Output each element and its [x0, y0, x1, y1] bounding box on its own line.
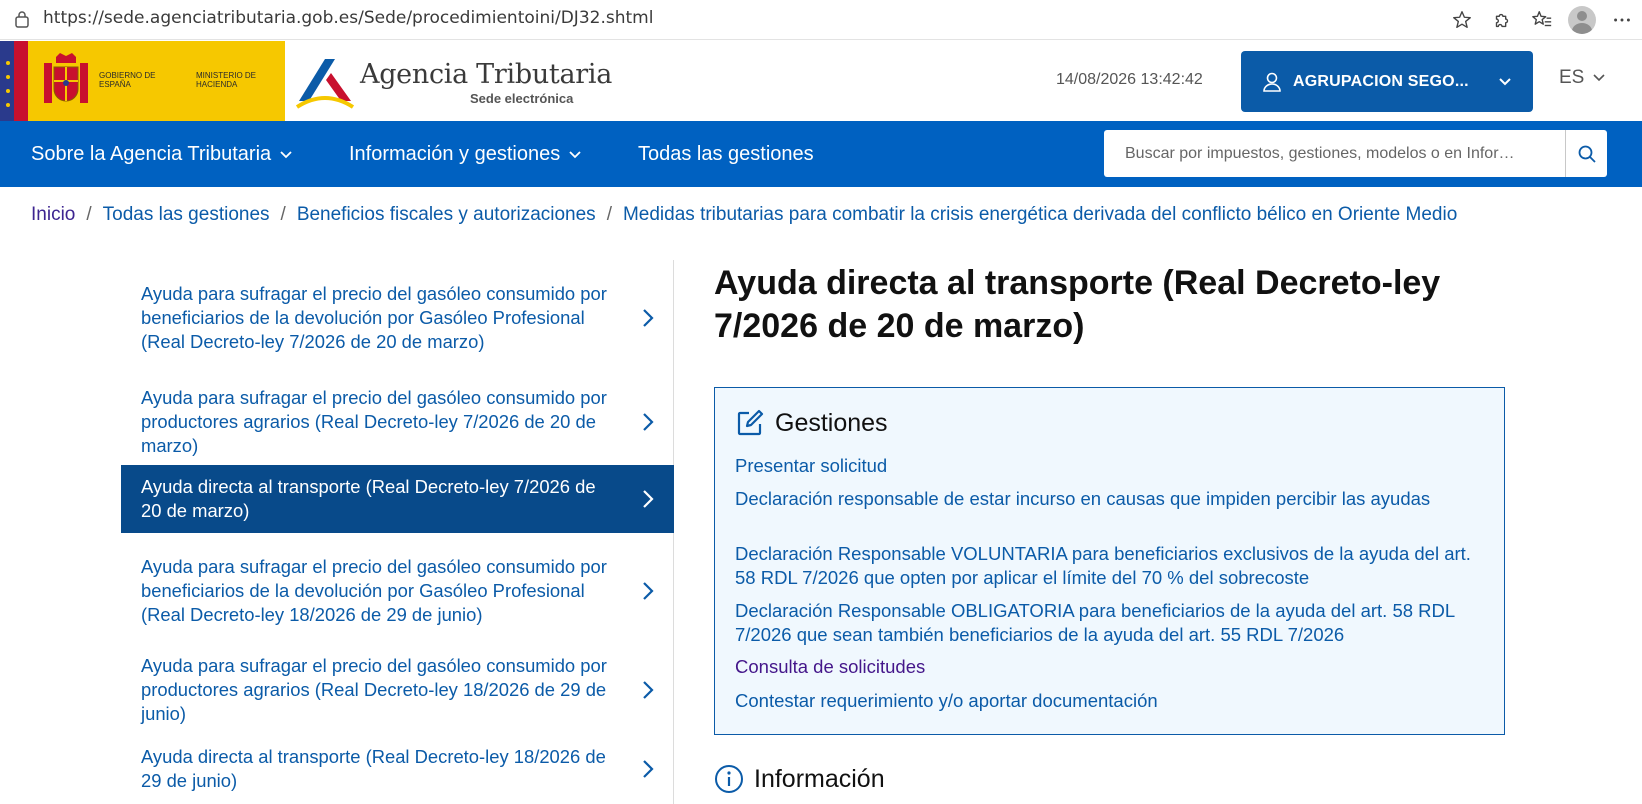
profile-avatar-icon[interactable]	[1562, 4, 1602, 36]
breadcrumb-inicio[interactable]: Inicio	[31, 204, 75, 226]
chevron-down-icon	[1499, 77, 1511, 85]
sidebar-item-transporte-18-2026[interactable]: Ayuda directa al transporte (Real Decret…	[121, 743, 674, 795]
extensions-puzzle-icon[interactable]	[1482, 4, 1522, 36]
browser-address-bar: https://sede.agenciatributaria.gob.es/Se…	[0, 0, 1642, 40]
link-declaracion-causas[interactable]: Declaración responsable de estar incurso…	[735, 487, 1475, 511]
link-presentar-solicitud[interactable]: Presentar solicitud	[735, 454, 1475, 478]
link-consulta-solicitudes[interactable]: Consulta de solicitudes	[735, 655, 1475, 679]
user-menu-button[interactable]: AGRUPACION SEGO...	[1241, 51, 1533, 112]
chevron-right-icon	[643, 413, 654, 431]
session-datetime: 14/08/2026 13:42:42	[1056, 71, 1203, 88]
search-icon	[1578, 145, 1596, 163]
language-label: ES	[1559, 67, 1585, 88]
info-icon	[715, 765, 743, 793]
main-navigation: Sobre la Agencia Tributaria Información …	[0, 121, 1642, 187]
lock-icon	[15, 11, 29, 28]
nav-todas-gestiones[interactable]: Todas las gestiones	[638, 143, 814, 166]
nav-sobre-agencia[interactable]: Sobre la Agencia Tributaria	[31, 143, 293, 166]
gestiones-panel: Gestiones Presentar solicitud Declaració…	[714, 387, 1505, 735]
edit-icon	[737, 409, 764, 436]
breadcrumb-separator: /	[606, 204, 612, 225]
favorite-star-icon[interactable]	[1442, 4, 1482, 36]
informacion-heading: Información	[754, 764, 885, 793]
sede-subtitle: Sede electrónica	[470, 91, 574, 106]
search-button[interactable]	[1565, 130, 1607, 177]
spain-crest-icon	[44, 53, 88, 103]
agencia-tributaria-logo[interactable]	[295, 53, 355, 111]
chevron-down-icon	[1593, 74, 1605, 82]
user-name: AGRUPACION SEGO...	[1293, 72, 1469, 90]
more-options-icon[interactable]	[1602, 4, 1642, 36]
gobierno-logo[interactable]: Gobierno de España Ministerio de Haciend…	[0, 41, 285, 121]
site-header: Gobierno de España Ministerio de Haciend…	[0, 41, 1642, 121]
page-title: Ayuda directa al transporte (Real Decret…	[714, 264, 1441, 345]
sidebar-item-transporte-7-2026[interactable]: Ayuda directa al transporte (Real Decret…	[121, 465, 674, 533]
breadcrumb: Inicio / Todas las gestiones / Beneficio…	[31, 204, 1457, 226]
chevron-right-icon	[643, 309, 654, 327]
sidebar-item-gasoleo-profesional-7-2026[interactable]: Ayuda para sufragar el precio del gasóle…	[121, 270, 674, 366]
chevron-right-icon	[643, 582, 654, 600]
chevron-right-icon	[643, 490, 654, 508]
search-box	[1104, 130, 1607, 177]
favorites-list-icon[interactable]	[1522, 4, 1562, 36]
link-declaracion-voluntaria[interactable]: Declaración Responsable VOLUNTARIA para …	[735, 542, 1475, 590]
ministerio-label: Ministerio de Hacienda	[196, 71, 257, 89]
user-icon	[1263, 72, 1281, 92]
sidebar-item-productores-agrarios-7-2026[interactable]: Ayuda para sufragar el precio del gasóle…	[121, 380, 674, 464]
breadcrumb-separator: /	[280, 204, 286, 225]
breadcrumb-separator: /	[86, 204, 92, 225]
agencia-title: Agencia Tributaria	[360, 59, 612, 90]
informacion-section: Información	[714, 764, 885, 794]
sidebar-item-gasoleo-profesional-18-2026[interactable]: Ayuda para sufragar el precio del gasóle…	[121, 543, 674, 639]
breadcrumb-todas-gestiones[interactable]: Todas las gestiones	[103, 204, 270, 226]
link-contestar-requerimiento[interactable]: Contestar requerimiento y/o aportar docu…	[735, 689, 1475, 713]
sidebar-nav: Ayuda para sufragar el precio del gasóle…	[121, 260, 674, 804]
chevron-down-icon	[280, 150, 292, 158]
breadcrumb-medidas-tributarias[interactable]: Medidas tributarias para combatir la cri…	[623, 204, 1457, 226]
url-field[interactable]: https://sede.agenciatributaria.gob.es/Se…	[43, 8, 653, 28]
sidebar-item-productores-agrarios-18-2026[interactable]: Ayuda para sufragar el precio del gasóle…	[121, 653, 674, 727]
gestiones-heading: Gestiones	[775, 408, 888, 437]
language-selector[interactable]: ES	[1559, 67, 1606, 89]
nav-informacion-gestiones[interactable]: Información y gestiones	[349, 143, 582, 166]
search-input[interactable]	[1104, 130, 1565, 177]
gobierno-label: Gobierno de España	[99, 71, 156, 89]
eu-stars-icon	[6, 61, 10, 107]
breadcrumb-beneficios-fiscales[interactable]: Beneficios fiscales y autorizaciones	[297, 204, 596, 226]
chevron-right-icon	[643, 760, 654, 778]
chevron-right-icon	[643, 681, 654, 699]
chevron-down-icon	[569, 150, 581, 158]
link-declaracion-obligatoria[interactable]: Declaración Responsable OBLIGATORIA para…	[735, 599, 1475, 647]
